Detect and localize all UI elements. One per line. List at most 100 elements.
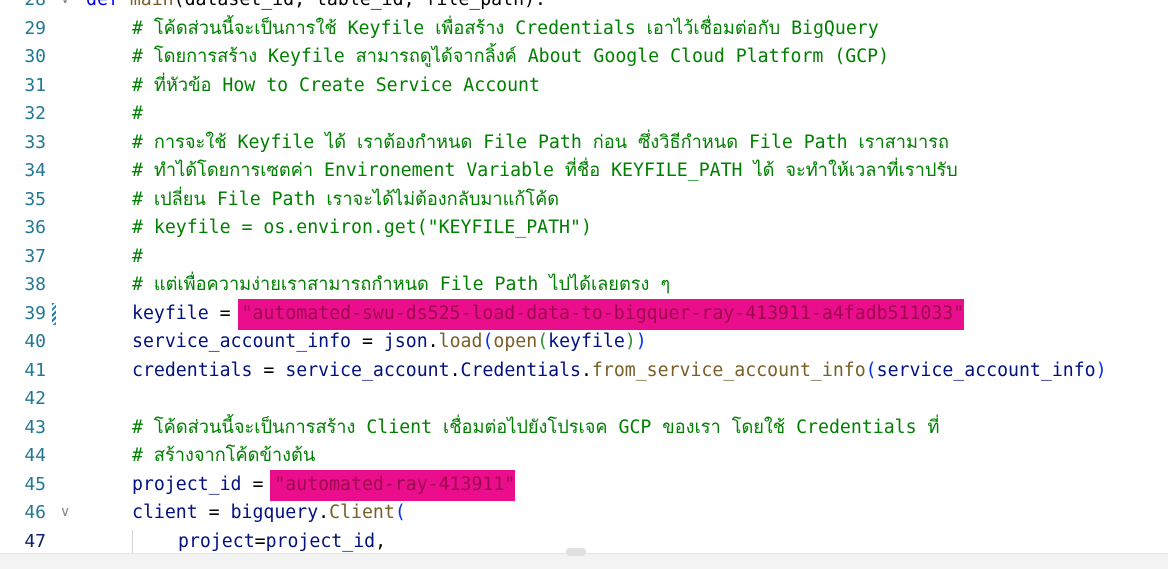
code-token: (: [394, 502, 406, 523]
code-token: # เปลี่ยน File Path เราจะได้ไม่ต้องกลับม…: [132, 188, 560, 210]
code-token: main: [130, 0, 174, 10]
code-token: .: [580, 359, 592, 381]
code-text[interactable]: credentials = service_account.Credential…: [132, 357, 1107, 385]
line-number: 36: [24, 217, 46, 238]
code-token: service_account_info: [876, 359, 1096, 381]
code-text[interactable]: # ทำได้โดยการเซตค่า Environement Variabl…: [132, 157, 958, 185]
fold-chevron-icon[interactable]: ∨: [60, 505, 74, 519]
code-text[interactable]: # ที่หัวข้อ How to Create Service Accoun…: [132, 72, 540, 100]
panel-resize-handle[interactable]: [566, 548, 586, 556]
code-text[interactable]: # โค้ดส่วนนี้จะเป็นการใช้ Keyfile เพื่อส…: [132, 15, 879, 43]
code-line-37[interactable]: 37 #: [0, 243, 1168, 271]
line-number: 37: [24, 245, 46, 267]
code-text[interactable]: # เปลี่ยน File Path เราจะได้ไม่ต้องกลับม…: [132, 186, 559, 214]
code-token: # ทำได้โดยการเซตค่า Environement Variabl…: [132, 160, 958, 181]
line-number: 38: [24, 274, 46, 295]
code-token: .: [449, 359, 461, 381]
code-token: ): [1095, 359, 1107, 381]
code-line-41[interactable]: 41 credentials = service_account.Credenti…: [0, 357, 1168, 385]
line-number: 31: [24, 74, 46, 96]
code-token: project_id: [265, 530, 376, 552]
code-text[interactable]: keyfile = "automated-swu-ds525-load-data…: [132, 298, 965, 330]
code-token: (: [865, 359, 877, 381]
line-number: 46: [24, 502, 46, 523]
line-number: 30: [24, 46, 46, 67]
line-number: 39: [24, 302, 46, 324]
code-line-43[interactable]: 43 # โค้ดส่วนนี้จะเป็นการสร้าง Client เชื…: [0, 414, 1168, 442]
code-text[interactable]: # การจะใช้ Keyfile ได้ เราต้องกำหนด File…: [132, 129, 949, 157]
redaction-highlight: [270, 469, 516, 501]
code-text[interactable]: # โค้ดส่วนนี้จะเป็นการสร้าง Client เชื่อ…: [132, 414, 940, 442]
code-token: project: [178, 530, 255, 552]
code-text[interactable]: # keyfile = os.environ.get("KEYFILE_PATH…: [132, 214, 592, 242]
code-line-34[interactable]: 34 # ทำได้โดยการเซตค่า Environement Varia…: [0, 157, 1168, 185]
code-text[interactable]: client = bigquery.Client(: [132, 499, 406, 527]
code-line-36[interactable]: 36 # keyfile = os.environ.get("KEYFILE_PA…: [0, 214, 1168, 242]
code-token: json: [383, 331, 428, 352]
code-token: Credentials: [460, 359, 581, 381]
code-token: # keyfile = os.environ.get("KEYFILE_PATH…: [132, 217, 592, 238]
code-line-44[interactable]: 44 # สร้างจากโค้ดข้างต้น: [0, 442, 1168, 470]
code-token: from_service_account_info: [591, 359, 866, 381]
fold-chevron-icon[interactable]: ∨: [60, 0, 74, 6]
code-line-45[interactable]: 45 project_id = "automated-ray-413911": [0, 469, 1168, 501]
code-token: #: [132, 103, 143, 124]
code-token: ,: [375, 530, 387, 552]
code-token: .: [427, 331, 439, 352]
code-line-35[interactable]: 35 # เปลี่ยน File Path เราจะได้ไม่ต้องกลั…: [0, 186, 1168, 214]
code-token: keyfile: [132, 302, 209, 324]
code-token: # โดยการสร้าง Keyfile สามารถดูได้จากลิ้ง…: [132, 46, 890, 67]
code-token: ): [635, 331, 647, 352]
line-number: 43: [24, 416, 46, 438]
code-line-42[interactable]: 42: [0, 385, 1168, 413]
code-text[interactable]: project_id = "automated-ray-413911": [132, 469, 516, 501]
code-line-46[interactable]: 46 ∨ client = bigquery.Client(: [0, 499, 1168, 527]
code-token: project_id: [132, 473, 242, 495]
code-text[interactable]: def main(dataset_id, table_id, file_path…: [86, 0, 546, 14]
code-text[interactable]: # สร้างจากโค้ดข้างต้น: [132, 442, 315, 470]
code-token: (: [482, 331, 494, 352]
code-text[interactable]: #: [132, 243, 143, 271]
code-token: # โค้ดส่วนนี้จะเป็นการใช้ Keyfile เพื่อส…: [132, 17, 879, 39]
code-text[interactable]: #: [132, 100, 143, 128]
code-text[interactable]: service_account_info = json.load(open(ke…: [132, 328, 647, 356]
code-line-32[interactable]: 32 #: [0, 100, 1168, 128]
code-token: bigquery: [230, 502, 319, 523]
code-token: load: [438, 331, 483, 352]
code-line-31[interactable]: 31 # ที่หัวข้อ How to Create Service Acco…: [0, 72, 1168, 100]
code-token: # แต่เพื่อความง่ายเราสามารถกำหนด File Pa…: [132, 274, 671, 295]
redaction-highlight: [237, 298, 965, 330]
code-text[interactable]: project=project_id,: [178, 528, 386, 556]
code-line-30[interactable]: 30 # โดยการสร้าง Keyfile สามารถดูได้จากลิ…: [0, 43, 1168, 71]
code-line-28[interactable]: 28 ∨ def main(dataset_id, table_id, file_p…: [0, 0, 1168, 14]
code-token: =: [351, 331, 384, 352]
code-token: service_account: [285, 359, 450, 381]
code-line-40[interactable]: 40 service_account_info = json.load(open(…: [0, 328, 1168, 356]
modified-line-marker[interactable]: [52, 302, 56, 325]
code-token: =: [252, 359, 286, 381]
line-number: 45: [24, 473, 46, 495]
code-text[interactable]: # โดยการสร้าง Keyfile สามารถดูได้จากลิ้ง…: [132, 43, 889, 71]
code-token: "automated-ray-413911": [270, 469, 516, 501]
code-token: service_account_info: [132, 331, 351, 352]
line-number: 29: [24, 17, 46, 39]
code-token: #: [132, 245, 143, 267]
code-line-39[interactable]: 39 keyfile = "automated-swu-ds525-load-da…: [0, 298, 1168, 330]
code-token: # สร้างจากโค้ดข้างต้น: [132, 445, 316, 466]
line-number: 44: [24, 445, 46, 466]
code-line-38[interactable]: 38 # แต่เพื่อความง่ายเราสามารถกำหนด File …: [0, 271, 1168, 299]
code-token: =: [254, 530, 266, 552]
code-token: # โค้ดส่วนนี้จะเป็นการสร้าง Client เชื่อ…: [132, 416, 940, 438]
code-token: client: [132, 502, 198, 523]
line-number: 34: [24, 160, 46, 181]
line-number: 32: [24, 103, 46, 124]
horizontal-scrollbar[interactable]: [0, 548, 1168, 569]
code-line-33[interactable]: 33 # การจะใช้ Keyfile ได้ เราต้องกำหนด Fi…: [0, 129, 1168, 157]
line-number: 40: [24, 331, 46, 352]
line-number: 41: [24, 359, 46, 381]
code-token: "automated-swu-ds525-load-data-to-bigque…: [237, 298, 965, 330]
code-token: ): [624, 331, 636, 352]
code-token: open: [493, 331, 538, 352]
code-text[interactable]: # แต่เพื่อความง่ายเราสามารถกำหนด File Pa…: [132, 271, 670, 299]
code-line-29[interactable]: 29 # โค้ดส่วนนี้จะเป็นการใช้ Keyfile เพื่…: [0, 15, 1168, 43]
